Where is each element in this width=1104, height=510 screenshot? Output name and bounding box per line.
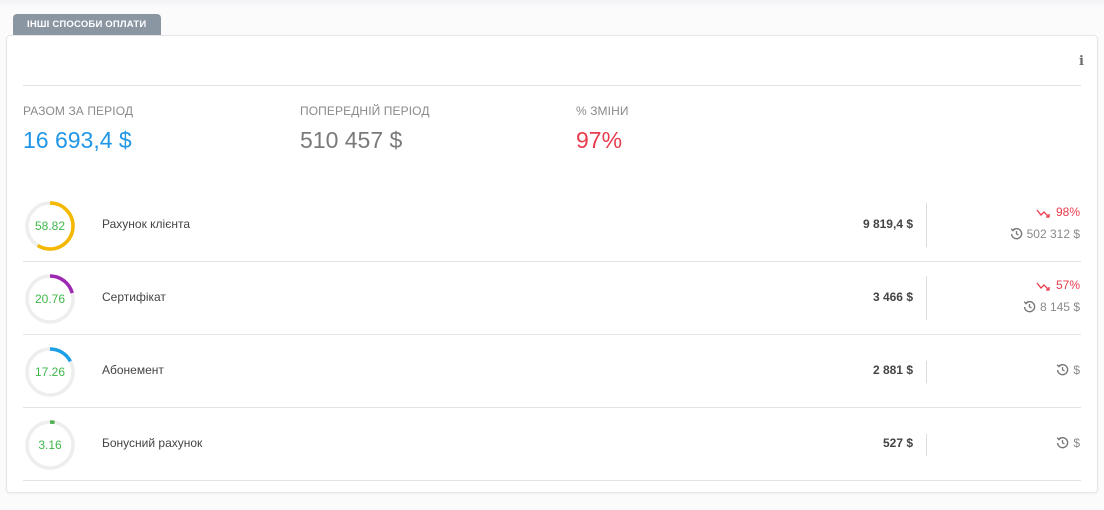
percent-ring: 58.82 bbox=[25, 201, 75, 251]
trend-down-icon bbox=[1036, 209, 1050, 218]
payments-card: i РАЗОМ ЗА ПЕРІОД 16 693,4 $ ПОПЕРЕДНІЙ … bbox=[6, 35, 1098, 493]
summary-total: РАЗОМ ЗА ПЕРІОД 16 693,4 $ bbox=[23, 104, 133, 154]
previous-indicator: 8 145 $ bbox=[1023, 300, 1080, 314]
previous-value: 502 312 $ bbox=[1026, 227, 1080, 241]
history-icon bbox=[1010, 227, 1022, 240]
payment-methods-list: 58.82 Рахунок клієнта 9 819,4 $ 98% 502 … bbox=[23, 189, 1081, 481]
summary-change-value: 97% bbox=[576, 127, 623, 153]
previous-value: $ bbox=[1073, 436, 1080, 450]
change-value: 57% bbox=[1055, 278, 1080, 292]
column-divider bbox=[926, 434, 927, 456]
percent-ring: 3.16 bbox=[25, 420, 75, 470]
summary-total-value: 16 693,4 $ bbox=[23, 127, 132, 153]
change-value: 98% bbox=[1055, 205, 1080, 219]
column-divider bbox=[926, 361, 927, 383]
change-indicator: 98% bbox=[1036, 205, 1080, 219]
summary-previous-value: 510 457 $ bbox=[300, 127, 403, 153]
previous-indicator: 502 312 $ bbox=[1010, 227, 1080, 241]
list-item: 20.76 Сертифікат 3 466 $ 57% 8 145 $ bbox=[23, 262, 1081, 335]
info-icon[interactable]: i bbox=[1079, 54, 1084, 69]
column-divider bbox=[926, 203, 927, 247]
payment-method-name: Бонусний рахунок bbox=[102, 436, 203, 450]
summary-change: % ЗМІНИ 97% bbox=[576, 104, 629, 154]
list-item: 58.82 Рахунок клієнта 9 819,4 $ 98% 502 … bbox=[23, 189, 1081, 262]
top-shadow bbox=[0, 0, 1104, 8]
previous-indicator: $ bbox=[1056, 436, 1080, 450]
payment-method-amount: 2 881 $ bbox=[872, 363, 913, 377]
change-indicator: 57% bbox=[1036, 278, 1080, 292]
list-item: 17.26 Абонемент 2 881 $ $ bbox=[23, 335, 1081, 408]
history-icon bbox=[1057, 436, 1069, 449]
percent-ring: 20.76 bbox=[25, 274, 75, 324]
section-tab[interactable]: ІНШІ СПОСОБИ ОПЛАТИ bbox=[13, 14, 161, 35]
trend-down-icon bbox=[1036, 282, 1050, 291]
percent-ring-value: 58.82 bbox=[34, 219, 66, 233]
previous-indicator: $ bbox=[1056, 363, 1080, 377]
previous-value: 8 145 $ bbox=[1039, 300, 1080, 314]
summary-previous-label: ПОПЕРЕДНІЙ ПЕРІОД bbox=[300, 104, 430, 118]
payment-method-name: Рахунок клієнта bbox=[102, 217, 191, 231]
list-item: 3.16 Бонусний рахунок 527 $ $ bbox=[23, 408, 1081, 481]
summary-total-label: РАЗОМ ЗА ПЕРІОД bbox=[23, 104, 134, 118]
payment-method-name: Абонемент bbox=[102, 363, 164, 377]
column-divider bbox=[926, 276, 927, 320]
history-icon bbox=[1023, 300, 1036, 313]
percent-ring: 17.26 bbox=[25, 347, 75, 397]
card-divider bbox=[23, 85, 1081, 86]
payment-method-amount: 9 819,4 $ bbox=[862, 217, 913, 231]
summary-change-label: % ЗМІНИ bbox=[576, 104, 629, 118]
previous-value: $ bbox=[1073, 363, 1080, 377]
percent-ring-value: 3.16 bbox=[38, 438, 62, 452]
payment-method-amount: 3 466 $ bbox=[872, 290, 913, 304]
percent-ring-value: 20.76 bbox=[34, 292, 66, 306]
history-icon bbox=[1057, 363, 1069, 376]
summary-previous: ПОПЕРЕДНІЙ ПЕРІОД 510 457 $ bbox=[300, 104, 430, 154]
payment-method-amount: 527 $ bbox=[882, 436, 913, 450]
payment-method-name: Сертифікат bbox=[102, 290, 166, 304]
percent-ring-value: 17.26 bbox=[34, 365, 66, 379]
